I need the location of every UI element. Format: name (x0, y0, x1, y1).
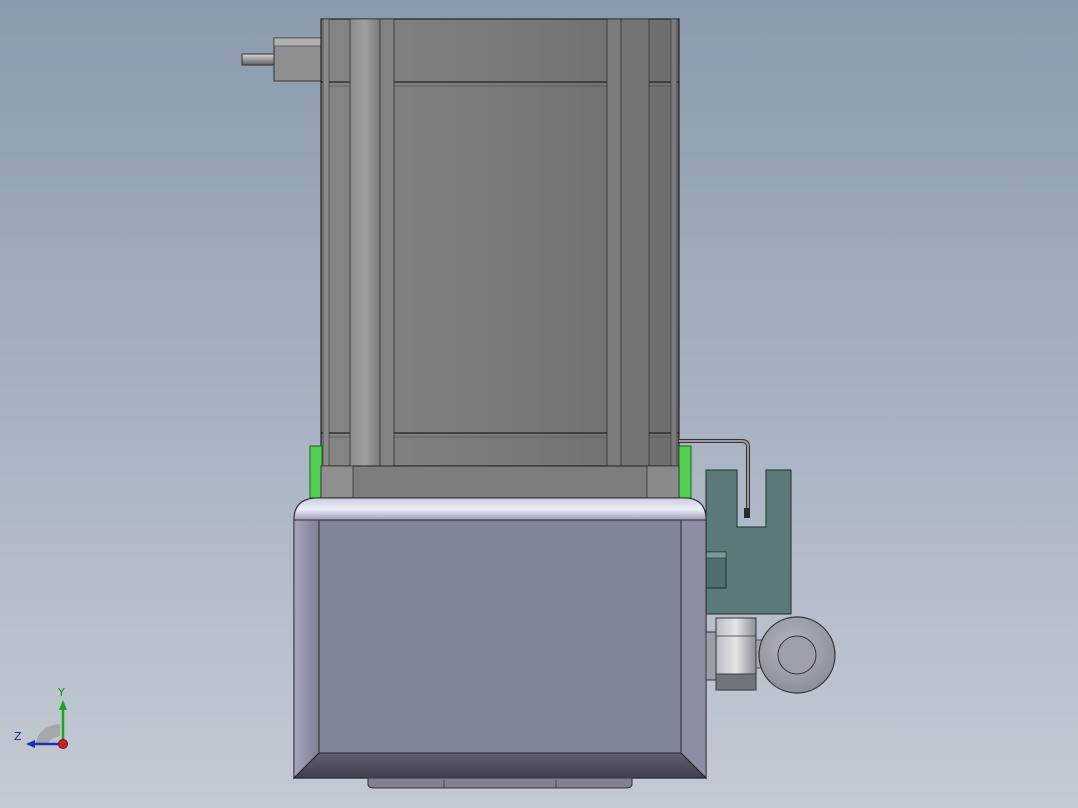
cad-viewport[interactable]: Y Z (0, 0, 1078, 808)
y-axis-label: Y (58, 686, 65, 699)
motor-adapter (320, 465, 680, 501)
z-axis-label: Z (14, 730, 22, 743)
hex-fitting (705, 617, 767, 691)
triad-icon (26, 700, 68, 749)
round-port (758, 616, 836, 694)
gear-housing (292, 497, 708, 780)
motor-body (320, 18, 680, 467)
motor-shaft (241, 37, 323, 82)
cad-model[interactable] (0, 0, 1078, 808)
housing-feet (367, 777, 633, 789)
orientation-triad[interactable]: Y Z (10, 686, 80, 756)
x-axis-icon (58, 739, 68, 749)
